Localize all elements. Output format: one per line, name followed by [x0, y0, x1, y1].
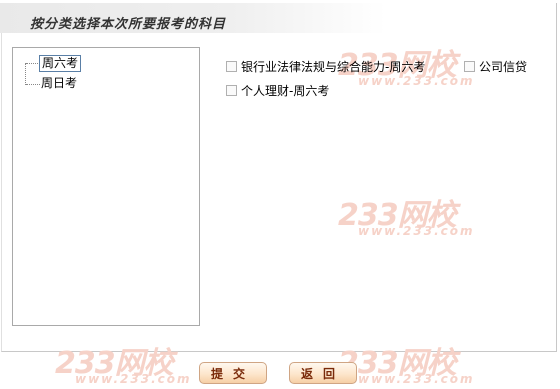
- back-button[interactable]: 返回: [289, 362, 357, 384]
- subject-option[interactable]: 个人理财-周六考: [226, 82, 329, 98]
- subject-option[interactable]: 银行业法律法规与综合能力-周六考: [226, 58, 425, 74]
- watermark-sub: www.233.com: [358, 372, 475, 386]
- subject-checkbox[interactable]: [226, 60, 237, 72]
- subject-label: 公司信贷: [479, 59, 528, 74]
- tree-node-saturday[interactable]: 周六考: [39, 55, 82, 72]
- subject-checkbox[interactable]: [464, 60, 475, 72]
- title-bar: 按分类选择本次所要报考的科目: [0, 3, 386, 33]
- tree-connector: [25, 63, 26, 85]
- tree-connector: [26, 63, 40, 64]
- subject-checkbox[interactable]: [226, 84, 237, 96]
- watermark-sub: www.233.com: [75, 372, 192, 386]
- subject-label: 银行业法律法规与综合能力-周六考: [241, 59, 426, 74]
- tree-node-sunday[interactable]: 周日考: [39, 76, 79, 93]
- page-title: 按分类选择本次所要报考的科目: [30, 17, 227, 32]
- submit-button[interactable]: 提交: [199, 362, 267, 384]
- category-tree[interactable]: 周六考 周日考: [12, 47, 200, 326]
- subject-option[interactable]: 公司信贷: [464, 58, 527, 74]
- subject-label: 个人理财-周六考: [241, 83, 330, 98]
- subject-list: 银行业法律法规与综合能力-周六考 公司信贷 个人理财-周六考: [226, 58, 556, 118]
- tree-connector: [26, 84, 40, 85]
